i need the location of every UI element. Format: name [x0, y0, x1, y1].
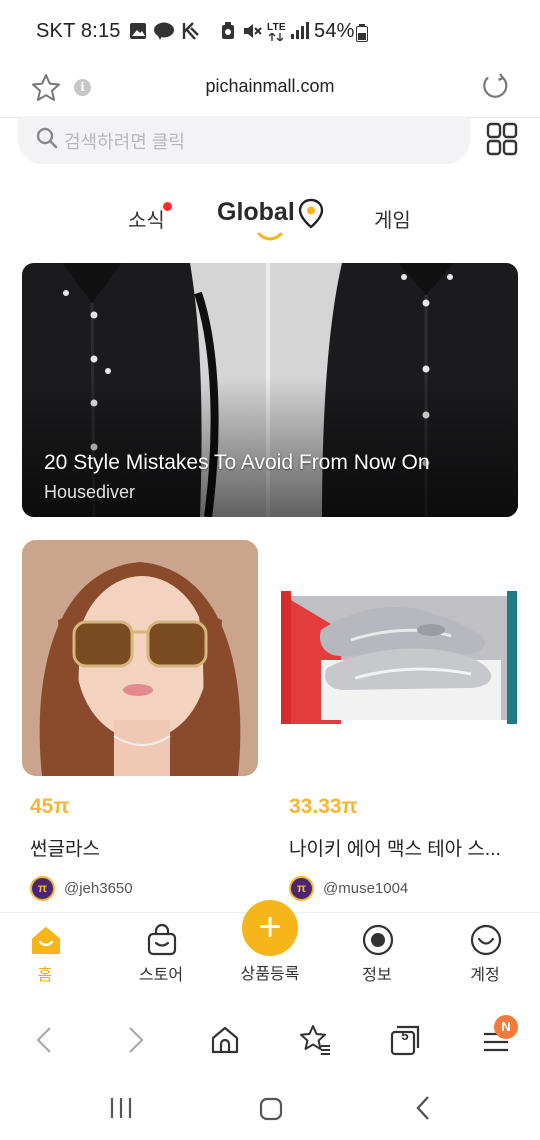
nav-account-label: 계정	[470, 967, 500, 984]
active-tab-indicator	[257, 232, 283, 241]
category-grid-icon[interactable]	[486, 122, 518, 156]
register-product-button[interactable]: +	[242, 900, 298, 956]
notification-badge: N	[494, 1015, 518, 1039]
tab-global[interactable]: Global	[217, 198, 295, 227]
browser-address-bar: i pichainmall.com	[0, 62, 540, 118]
product-price: 33.33π	[289, 795, 358, 818]
home-icon	[32, 927, 60, 954]
bookmarks-star-icon[interactable]	[297, 1022, 333, 1058]
info-circle-icon	[362, 924, 394, 956]
reload-icon[interactable]	[480, 72, 510, 102]
status-bar: SKT 8:15 LTE 54%	[0, 0, 540, 62]
search-icon	[36, 127, 58, 149]
featured-article-source: Housediver	[44, 482, 136, 502]
product-card[interactable]: 33.33π 나이키 에어 맥스 테아 스... π @muse1004	[281, 540, 517, 901]
nav-home-label: 홈	[37, 967, 53, 984]
product-thumbnail-sunglasses	[22, 540, 258, 776]
product-thumbnail-sneakers	[281, 540, 517, 776]
app-notification-icon	[182, 22, 199, 40]
system-navigation-bar	[0, 1080, 540, 1140]
battery-percent: 54%	[314, 20, 355, 42]
seller-avatar: π	[289, 876, 314, 901]
account-smile-icon	[470, 924, 502, 956]
data-arrows-icon	[268, 33, 284, 41]
nav-info-label: 정보	[362, 967, 392, 984]
featured-article-title: 20 Style Mistakes To Avoid From Now On	[44, 451, 430, 474]
product-card[interactable]: 45π 썬글라스 π @jeh3650	[22, 540, 258, 901]
register-product-label: 상품등록	[240, 966, 300, 983]
lte-indicator: LTE	[267, 22, 286, 33]
location-pin-icon	[298, 198, 324, 229]
tab-game[interactable]: 게임	[374, 204, 411, 233]
nav-account[interactable]: 계정	[440, 913, 530, 993]
nav-home[interactable]: 홈	[0, 913, 90, 993]
battery-icon	[356, 24, 368, 42]
gallery-icon	[130, 23, 146, 39]
nav-info[interactable]: 정보	[332, 913, 422, 993]
search-input[interactable]: 검색하려면 클릭	[18, 116, 470, 164]
seller-avatar: π	[30, 876, 55, 901]
system-home-icon[interactable]	[258, 1096, 284, 1122]
browser-toolbar	[0, 1000, 540, 1080]
back-arrow-icon[interactable]	[26, 1022, 62, 1058]
mute-icon	[244, 24, 262, 38]
system-back-icon[interactable]	[410, 1094, 436, 1122]
status-time: SKT 8:15	[36, 20, 121, 42]
forward-arrow-icon[interactable]	[118, 1022, 154, 1058]
seller-username: @muse1004	[323, 880, 409, 897]
product-price: 45π	[30, 795, 70, 818]
tab-news[interactable]: 소식	[128, 204, 165, 233]
url-text[interactable]: pichainmall.com	[0, 76, 540, 97]
news-notification-dot	[163, 202, 172, 211]
product-name: 썬글라스	[30, 839, 100, 860]
featured-article-card[interactable]: 20 Style Mistakes To Avoid From Now On H…	[22, 263, 518, 517]
signal-icon	[291, 22, 309, 39]
search-placeholder: 검색하려면 클릭	[64, 132, 185, 152]
tab-count: 5	[401, 1028, 409, 1043]
nav-store-label: 스토어	[138, 967, 184, 984]
browser-home-icon[interactable]	[207, 1022, 243, 1058]
kakaotalk-icon	[154, 22, 174, 40]
shopping-bag-icon	[147, 923, 177, 956]
nav-store[interactable]: 스토어	[116, 913, 206, 993]
seller-username: @jeh3650	[64, 880, 133, 897]
recent-apps-icon[interactable]	[108, 1096, 134, 1120]
product-name: 나이키 에어 맥스 테아 스...	[289, 839, 501, 860]
featured-article-image	[22, 263, 518, 517]
power-saving-icon	[222, 22, 234, 39]
